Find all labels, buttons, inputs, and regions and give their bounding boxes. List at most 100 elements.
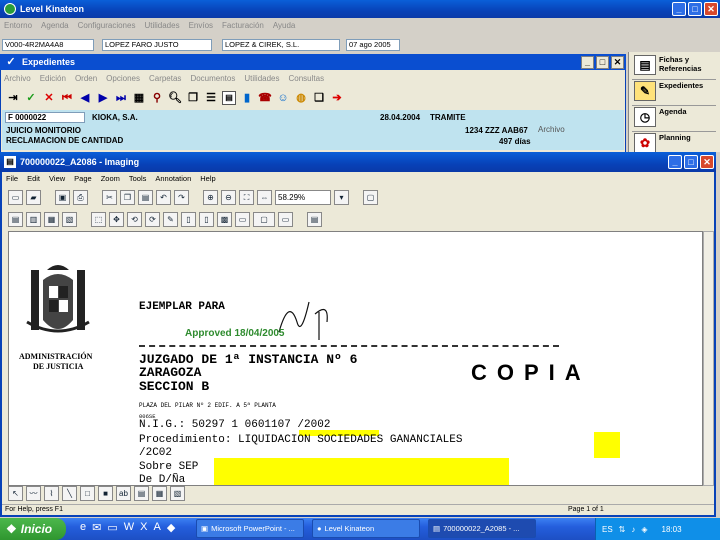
redo-icon[interactable]: ↷ — [174, 189, 189, 205]
sidebar-fichas[interactable]: ▤ Fichas y Referencias — [632, 52, 716, 80]
note-attach-icon[interactable]: ▤ — [134, 485, 149, 501]
exp-menu-edicion[interactable]: Edición — [40, 74, 66, 83]
acrobat-icon[interactable]: A — [153, 521, 160, 537]
properties-icon[interactable]: ▤ — [307, 211, 322, 227]
new-icon[interactable]: ⇥ — [6, 91, 20, 105]
task-powerpoint[interactable]: ▣ Microsoft PowerPoint - ... — [196, 519, 304, 538]
scan-icon[interactable]: ▥ — [26, 211, 41, 227]
zoom-out-icon[interactable]: ⊖ — [221, 189, 236, 205]
prev-record-icon[interactable]: ◀ — [78, 91, 92, 105]
page-icon[interactable]: ▤ — [8, 211, 23, 227]
exp-menu-consultas[interactable]: Consultas — [289, 74, 325, 83]
drag-icon[interactable]: ✥ — [109, 211, 124, 227]
stamp-icon[interactable]: ▦ — [152, 485, 167, 501]
docs-icon[interactable]: ❐ — [186, 91, 200, 105]
task-kinateon[interactable]: ● Level Kinateon — [312, 519, 420, 538]
img-menu-file[interactable]: File — [6, 174, 18, 183]
shield-icon[interactable]: ◈ — [641, 525, 647, 534]
text-icon[interactable]: ab — [116, 485, 131, 501]
imaging-maximize-button[interactable]: □ — [684, 155, 698, 169]
two-page-icon[interactable]: ▯ — [199, 211, 214, 227]
volume-icon[interactable]: ♪ — [631, 525, 635, 534]
paste-icon[interactable]: ▤ — [138, 189, 153, 205]
search-icon[interactable]: 🔍︎ — [168, 91, 182, 105]
globe-icon[interactable]: ◍ — [294, 91, 308, 105]
img-menu-tools[interactable]: Tools — [129, 174, 147, 183]
new-doc-icon[interactable]: ▭ — [8, 189, 23, 205]
first-record-icon[interactable]: ⏮ — [60, 91, 74, 105]
full-screen-icon[interactable]: ▢ — [363, 189, 378, 205]
exp-menu-documentos[interactable]: Documentos — [190, 74, 235, 83]
binoculars-icon[interactable]: ⚲ — [150, 91, 164, 105]
excel-icon[interactable]: X — [140, 521, 147, 537]
annotate-icon[interactable]: ✎ — [163, 211, 178, 227]
sidebar-agenda[interactable]: ◷ Agenda — [632, 104, 716, 132]
menu-agenda[interactable]: Agenda — [41, 21, 69, 30]
exp-menu-orden[interactable]: Orden — [75, 74, 97, 83]
save-icon[interactable]: ▣ — [55, 189, 70, 205]
fit-icon[interactable]: ⛶ — [239, 189, 254, 205]
list-icon[interactable]: ☰ — [204, 91, 218, 105]
cut-icon[interactable]: ✂ — [102, 189, 117, 205]
people-icon[interactable]: ☺ — [276, 91, 290, 105]
sidebar-expedientes[interactable]: ✎ Expedientes — [632, 78, 716, 106]
img-menu-edit[interactable]: Edit — [27, 174, 40, 183]
img-menu-help[interactable]: Help — [200, 174, 215, 183]
page-setup-icon[interactable]: ▧ — [62, 211, 77, 227]
img-menu-zoom[interactable]: Zoom — [101, 174, 120, 183]
image-annotation-icon[interactable]: ▧ — [170, 485, 185, 501]
filled-rect-icon[interactable]: ■ — [98, 485, 113, 501]
zoom-select[interactable]: 58.29% — [275, 189, 331, 205]
fit-width-icon[interactable]: ⇔ — [257, 189, 272, 205]
select-icon[interactable]: ⬚ — [91, 211, 106, 227]
arrow-right-icon[interactable]: ➔ — [330, 91, 344, 105]
exp-maximize-button[interactable]: □ — [596, 55, 609, 69]
menu-facturacion[interactable]: Facturación — [222, 21, 264, 30]
page-view-icon[interactable]: ▢ — [253, 211, 275, 227]
app-launch-icon[interactable]: ◆ — [167, 521, 175, 537]
chart-icon[interactable]: ▮ — [240, 91, 254, 105]
line-icon[interactable]: ╲ — [62, 485, 77, 501]
menu-envios[interactable]: Envíos — [189, 21, 213, 30]
menu-utilidades[interactable]: Utilidades — [144, 21, 179, 30]
img-menu-annotation[interactable]: Annotation — [155, 174, 191, 183]
desktop-icon[interactable]: ▭ — [107, 521, 117, 537]
document-canvas[interactable]: ADMINISTRACIÓN DE JUSTICIA EJEMPLAR PARA… — [8, 231, 703, 486]
note-icon[interactable]: ▤ — [222, 91, 236, 105]
vertical-scrollbar[interactable] — [703, 231, 714, 486]
thumbnails-icon[interactable]: ▦ — [44, 211, 59, 227]
zoom-in-icon[interactable]: ⊕ — [203, 189, 218, 205]
menu-entorno[interactable]: Entorno — [4, 21, 32, 30]
info-field-lawyer[interactable]: LOPEZ FARO JUSTO — [102, 39, 212, 51]
last-record-icon[interactable]: ⏭ — [114, 91, 128, 105]
exp-minimize-button[interactable]: _ — [581, 55, 594, 69]
network-icon[interactable]: ⇅ — [619, 525, 626, 534]
multi-page-icon[interactable]: ▩ — [217, 211, 232, 227]
hollow-rect-icon[interactable]: □ — [80, 485, 95, 501]
imaging-close-button[interactable]: ✕ — [700, 155, 714, 169]
one-page-icon[interactable]: ▯ — [181, 211, 196, 227]
info-field-firm[interactable]: LOPEZ & CIREK, S.L. — [222, 39, 340, 51]
exp-menu-archivo[interactable]: Archivo — [4, 74, 31, 83]
exp-menu-carpetas[interactable]: Carpetas — [149, 74, 181, 83]
exp-menu-opciones[interactable]: Opciones — [106, 74, 140, 83]
toolbox-icon[interactable]: ▭ — [235, 211, 250, 227]
exp-close-button[interactable]: ✕ — [611, 55, 624, 69]
copy-icon[interactable]: ❏ — [312, 91, 326, 105]
highlighter-icon[interactable]: ⌇ — [44, 485, 59, 501]
rotate-right-icon[interactable]: ⟳ — [145, 211, 160, 227]
start-button[interactable]: ❖ Inicio — [0, 518, 66, 540]
copy-doc-icon[interactable]: ❐ — [120, 189, 135, 205]
word-icon[interactable]: W — [124, 521, 134, 537]
language-indicator[interactable]: ES — [602, 525, 613, 534]
pointer-icon[interactable]: ↖ — [8, 485, 23, 501]
task-imaging[interactable]: ▤ 700000022_A2085 - ... — [428, 519, 536, 538]
menu-configuraciones[interactable]: Configuraciones — [78, 21, 136, 30]
phone-icon[interactable]: ☎ — [258, 91, 272, 105]
undo-icon[interactable]: ↶ — [156, 189, 171, 205]
close-button[interactable]: ✕ — [704, 2, 718, 16]
scroll-icon[interactable]: ▭ — [278, 211, 293, 227]
menu-ayuda[interactable]: Ayuda — [273, 21, 296, 30]
open-icon[interactable]: ▰ — [26, 189, 41, 205]
info-field-date[interactable]: 07 ago 2005 — [346, 39, 400, 51]
